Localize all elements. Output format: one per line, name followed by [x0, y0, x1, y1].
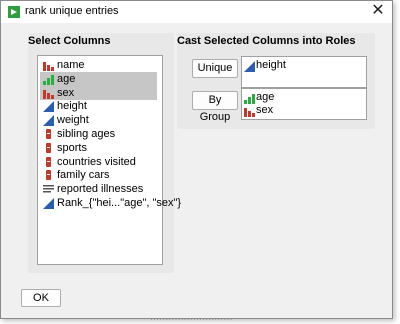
continuous-ramp-icon — [244, 61, 255, 72]
continuous-ramp-icon — [43, 198, 54, 209]
column-list-item[interactable]: countries visited — [40, 155, 157, 169]
column-list-item[interactable]: age — [40, 71, 157, 86]
select-columns-panel: Select Columns name age sex height weight sib… — [28, 33, 181, 273]
text-lines-icon — [43, 185, 54, 193]
column-list-item[interactable]: sports — [40, 141, 157, 155]
column-list-item[interactable]: Rank_{"hei..."age", "sex"} — [40, 196, 181, 210]
by-group-button[interactable]: By Group — [192, 91, 238, 123]
expression-icon — [46, 170, 51, 181]
expression-icon — [46, 129, 51, 139]
app-icon — [8, 6, 20, 18]
column-list-item[interactable]: name — [40, 58, 157, 72]
column-list-item[interactable]: weight — [40, 113, 157, 127]
item-label: weight — [57, 114, 89, 127]
item-label: sports — [57, 141, 87, 154]
rank-unique-dialog: rank unique entries ✕ Select Columns nam… — [0, 0, 393, 319]
ok-button[interactable]: OK — [21, 289, 61, 307]
item-label: sex — [256, 104, 274, 116]
select-columns-title: Select Columns — [28, 35, 111, 47]
ordinal-bar-icon — [43, 74, 54, 85]
item-label: name — [57, 59, 85, 71]
column-list-item[interactable]: height — [40, 99, 157, 113]
unique-button[interactable]: Unique — [192, 59, 238, 78]
item-label: height — [256, 59, 286, 71]
column-list-item[interactable]: reported illnesses — [40, 182, 157, 196]
nominal-bar-icon — [43, 62, 54, 71]
background-window — [392, 0, 400, 324]
roles-panel: Cast Selected Columns into Roles Unique … — [177, 33, 375, 129]
column-list-item[interactable]: family cars — [40, 168, 157, 182]
column-list-item[interactable]: sibling ages — [40, 127, 157, 141]
nominal-bar-icon — [43, 89, 54, 99]
unique-role-list[interactable]: height — [241, 56, 367, 88]
title-bar: rank unique entries ✕ — [1, 1, 392, 23]
item-label: family cars — [57, 169, 110, 182]
close-icon[interactable]: ✕ — [370, 3, 386, 19]
nominal-bar-icon — [244, 108, 255, 117]
column-list[interactable]: name age sex height weight sibling ages sports… — [37, 55, 181, 265]
continuous-ramp-icon — [43, 115, 54, 127]
by-group-role-list[interactable]: age sex — [241, 88, 367, 120]
item-label: age — [256, 91, 275, 103]
roles-title: Cast Selected Columns into Roles — [177, 35, 356, 47]
expression-icon — [46, 142, 51, 153]
continuous-ramp-icon — [43, 101, 54, 113]
item-label: reported illnesses — [57, 183, 144, 196]
window-title: rank unique entries — [25, 5, 119, 17]
column-list-item[interactable]: sex — [40, 85, 157, 100]
item-label: sex — [57, 86, 75, 99]
item-label: age — [57, 72, 76, 85]
item-label: sibling ages — [57, 128, 116, 140]
ordinal-bar-icon — [244, 94, 255, 104]
item-label: countries visited — [57, 155, 136, 168]
expression-icon — [46, 156, 51, 167]
item-label: Rank_{"hei..."age", "sex"} — [57, 197, 182, 209]
item-label: height — [57, 100, 87, 113]
